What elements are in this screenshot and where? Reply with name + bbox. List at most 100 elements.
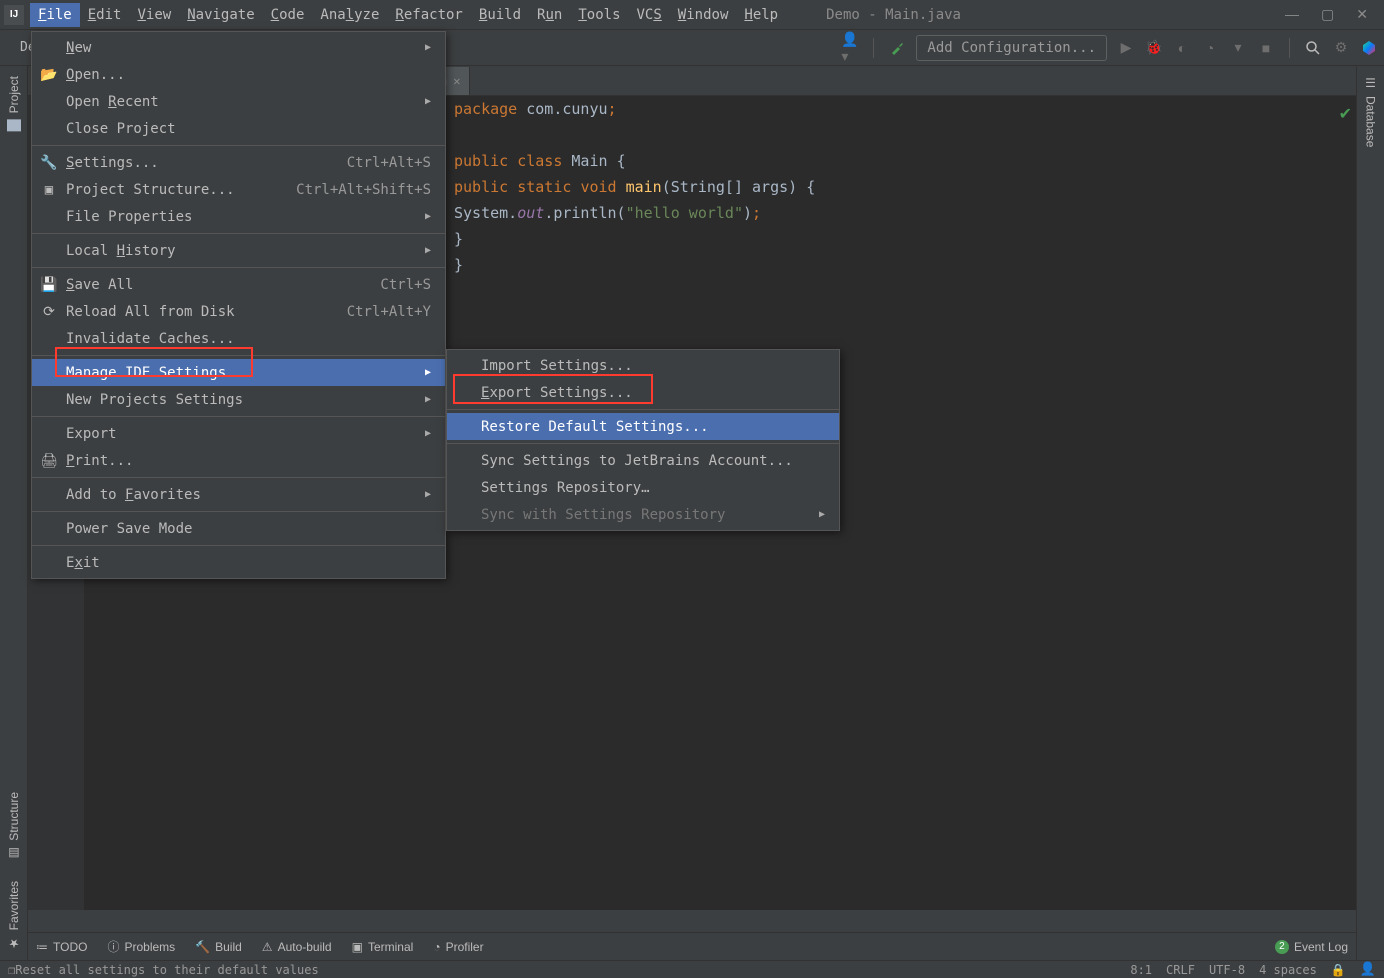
sidebar-tab-label: Favorites: [7, 881, 21, 930]
bottom-tab-autobuild[interactable]: ⚠Auto-build: [262, 940, 332, 954]
file-menu-file_properties[interactable]: File Properties▶: [32, 203, 445, 230]
bottom-tab-event-log[interactable]: 2 Event Log: [1275, 940, 1348, 954]
menu-item-label: Project Structure...: [66, 182, 235, 198]
code-token: com.cunyu: [517, 100, 607, 118]
file-menu-power_save[interactable]: Power Save Mode: [32, 515, 445, 542]
file-menu-proj_struct[interactable]: ▣Project Structure...Ctrl+Alt+Shift+S: [32, 176, 445, 203]
submenu-repo[interactable]: Settings Repository…: [447, 474, 839, 501]
inspection-ok-icon[interactable]: ✔: [1339, 104, 1352, 124]
sidebar-tab-structure[interactable]: ▤Structure: [4, 782, 24, 871]
folder-icon: [7, 119, 21, 131]
file-menu-invalidate[interactable]: Invalidate Caches...: [32, 325, 445, 352]
menu-separator: [32, 145, 445, 146]
menu-item-label: Power Save Mode: [66, 521, 192, 537]
menu-window[interactable]: Window: [670, 3, 737, 27]
sidebar-tab-favorites[interactable]: ★Favorites: [4, 871, 24, 960]
attach-icon[interactable]: ▾: [1229, 39, 1247, 57]
status-indent[interactable]: 4 spaces: [1259, 963, 1317, 977]
file-menu-reload[interactable]: ⟳Reload All from DiskCtrl+Alt+Y: [32, 298, 445, 325]
submenu-arrow-icon: ▶: [395, 489, 431, 500]
file-menu-open_recent[interactable]: Open Recent▶: [32, 88, 445, 115]
bottom-tab-label: Problems: [124, 940, 175, 954]
menu-view[interactable]: View: [129, 3, 179, 27]
readonly-lock-icon[interactable]: 🔒: [1331, 963, 1346, 977]
submenu-restore[interactable]: Restore Default Settings...: [447, 413, 839, 440]
run-icon[interactable]: ▶: [1117, 39, 1135, 57]
menu-item-label: Open Recent: [66, 94, 159, 110]
sidebar-tab-label: Project: [7, 76, 21, 113]
file-menu-add_fav[interactable]: Add to Favorites▶: [32, 481, 445, 508]
sidebar-tab-project[interactable]: Project: [4, 66, 24, 141]
maximize-icon[interactable]: ▢: [1321, 6, 1334, 23]
hammer-build-icon[interactable]: [888, 39, 906, 57]
menu-separator: [447, 409, 839, 410]
toolbar-separator: [1289, 38, 1290, 58]
menu-separator: [32, 416, 445, 417]
status-line-separator[interactable]: CRLF: [1166, 963, 1195, 977]
bottom-tab-terminal[interactable]: ▣Terminal: [352, 940, 414, 954]
code-token: out: [517, 204, 544, 222]
profile-icon[interactable]: ◔: [1201, 39, 1219, 57]
menu-code[interactable]: Code: [263, 3, 313, 27]
user-icon[interactable]: 👤▾: [841, 39, 859, 57]
search-icon[interactable]: [1304, 39, 1322, 57]
submenu-export[interactable]: Export Settings...: [447, 379, 839, 406]
coverage-icon[interactable]: ◐: [1173, 39, 1191, 57]
submenu-sync_jb[interactable]: Sync Settings to JetBrains Account...: [447, 447, 839, 474]
file-menu-open[interactable]: 📂Open...: [32, 61, 445, 88]
menu-item-label: Exit: [66, 555, 100, 571]
bottom-tab-todo[interactable]: ≔TODO: [36, 940, 87, 954]
menu-vcs[interactable]: VCS: [629, 3, 670, 27]
file-menu-exit[interactable]: Exit: [32, 549, 445, 576]
bottom-tab-profiler[interactable]: ◔Profiler: [433, 940, 483, 954]
menu-item-label: Export: [66, 426, 117, 442]
jetbrains-icon[interactable]: [1360, 39, 1378, 57]
file-menu-local_history[interactable]: Local History▶: [32, 237, 445, 264]
database-icon: ☰: [1364, 76, 1378, 90]
menu-build[interactable]: Build: [471, 3, 529, 27]
terminal-icon: ▣: [352, 940, 363, 954]
bottom-tab-build[interactable]: 🔨Build: [195, 940, 242, 954]
menu-item-icon: 💾: [42, 278, 56, 292]
menu-analyze[interactable]: Analyze: [312, 3, 387, 27]
event-count-badge: 2: [1275, 940, 1289, 954]
bottom-tab-label: Profiler: [446, 940, 484, 954]
file-menu-manage[interactable]: Manage IDE Settings▶: [32, 359, 445, 386]
menu-item-label: Close Project: [66, 121, 176, 137]
submenu-import[interactable]: Import Settings...: [447, 352, 839, 379]
menu-shortcut: Ctrl+S: [350, 277, 431, 293]
settings-gear-icon[interactable]: ⚙: [1332, 39, 1350, 57]
code-token: (String[] args): [662, 178, 807, 196]
bottom-tab-problems[interactable]: ⓘProblems: [107, 938, 175, 955]
right-tool-window-bar: ☰Database: [1356, 66, 1384, 960]
menu-refactor[interactable]: Refactor: [387, 3, 470, 27]
file-menu-settings[interactable]: 🔧Settings...Ctrl+Alt+S: [32, 149, 445, 176]
menu-navigate[interactable]: Navigate: [179, 3, 262, 27]
menu-help[interactable]: Help: [736, 3, 786, 27]
file-menu-close_project[interactable]: Close Project: [32, 115, 445, 142]
bottom-tab-label: TODO: [53, 940, 87, 954]
stop-icon[interactable]: ■: [1257, 39, 1275, 57]
run-configuration-selector[interactable]: Add Configuration...: [916, 35, 1107, 61]
menu-item-label: Settings Repository…: [481, 480, 650, 496]
status-caret-position[interactable]: 8:1: [1130, 963, 1152, 977]
close-icon[interactable]: ✕: [1356, 6, 1368, 23]
users-icon[interactable]: 👤: [1360, 962, 1376, 977]
code-token: .println(: [544, 204, 625, 222]
menu-run[interactable]: Run: [529, 3, 570, 27]
file-menu-new_proj_settings[interactable]: New Projects Settings▶: [32, 386, 445, 413]
sidebar-tab-database[interactable]: ☰Database: [1361, 66, 1381, 157]
menubar: FileEditViewNavigateCodeAnalyzeRefactorB…: [30, 3, 786, 27]
close-tab-icon[interactable]: ✕: [453, 74, 460, 88]
menu-tools[interactable]: Tools: [570, 3, 628, 27]
file-menu-export[interactable]: Export▶: [32, 420, 445, 447]
menu-file[interactable]: File: [30, 3, 80, 27]
file-menu-print[interactable]: 🖨Print...: [32, 447, 445, 474]
file-menu-new[interactable]: New▶: [32, 34, 445, 61]
submenu-sync_repo: Sync with Settings Repository▶: [447, 501, 839, 528]
file-menu-save_all[interactable]: 💾Save AllCtrl+S: [32, 271, 445, 298]
minimize-icon[interactable]: —: [1285, 6, 1299, 23]
status-encoding[interactable]: UTF-8: [1209, 963, 1245, 977]
debug-icon[interactable]: 🐞: [1145, 39, 1163, 57]
menu-edit[interactable]: Edit: [80, 3, 130, 27]
